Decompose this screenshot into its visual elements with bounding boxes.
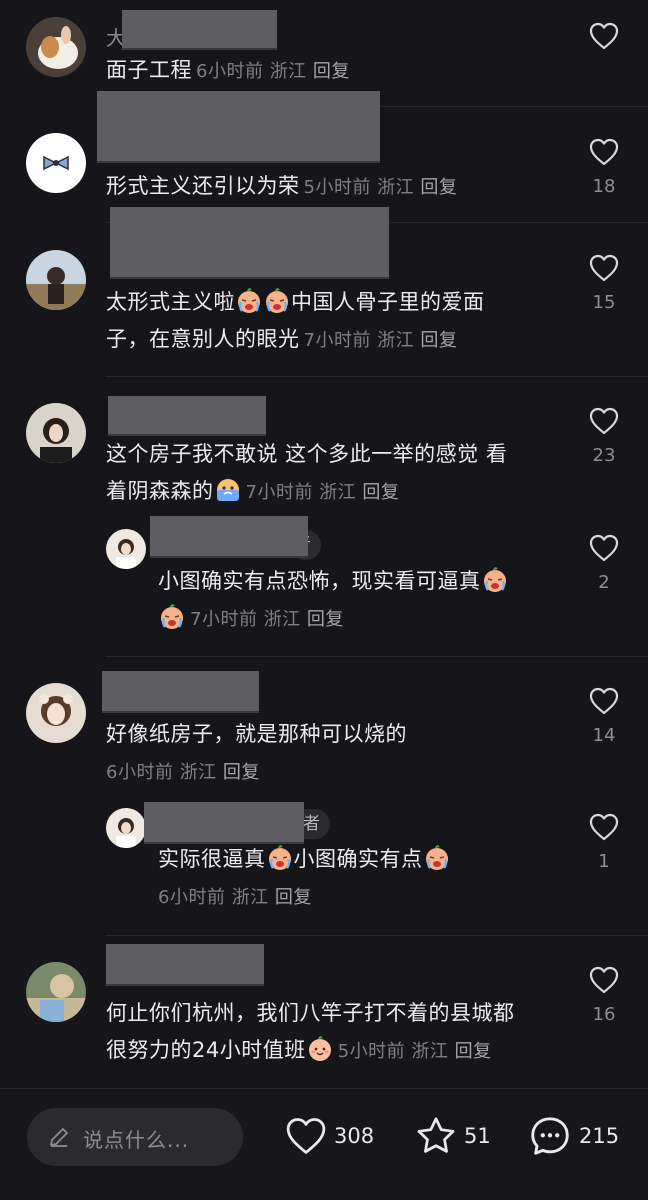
smiling-emoji-icon xyxy=(307,1036,333,1062)
reply-text: 小图确实有点恐怖，现实看可逼真 7小时前 浙江 回复 xyxy=(158,563,558,638)
redacted-username xyxy=(144,802,304,844)
divider xyxy=(106,376,648,377)
crying-emoji-icon xyxy=(482,567,508,593)
like-button[interactable]: 1 xyxy=(586,811,622,872)
heart-icon xyxy=(588,532,620,564)
reply-button[interactable]: 回复 xyxy=(307,609,344,630)
comment-text: 面子工程 6小时前 浙江 回复 xyxy=(106,58,350,82)
comment-input[interactable]: 说点什么... xyxy=(27,1108,243,1166)
favorite-count: 51 xyxy=(464,1124,491,1148)
crying-emoji-icon xyxy=(159,604,185,630)
like-count: 1 xyxy=(598,851,610,872)
like-button[interactable] xyxy=(586,20,622,60)
heart-icon xyxy=(588,20,620,52)
like-count: 308 xyxy=(334,1124,375,1148)
comment-bubble-icon xyxy=(531,1117,569,1155)
like-count: 14 xyxy=(592,725,616,746)
reply-text: 实际很逼真 小图确实有点 6小时前 浙江 回复 xyxy=(158,841,558,916)
avatar[interactable] xyxy=(26,683,86,743)
reply-button[interactable]: 回复 xyxy=(420,330,457,351)
avatar[interactable] xyxy=(26,962,86,1022)
divider xyxy=(106,656,648,657)
like-button[interactable]: 16 xyxy=(586,964,622,1025)
crying-emoji-icon xyxy=(236,288,262,314)
avatar[interactable] xyxy=(26,133,86,193)
avatar[interactable] xyxy=(26,250,86,310)
redacted-username xyxy=(110,207,389,279)
reply-button[interactable]: 回复 xyxy=(420,177,457,198)
like-post-button[interactable]: 308 xyxy=(284,1111,374,1161)
redacted-username xyxy=(102,671,259,713)
like-count: 16 xyxy=(592,1004,616,1025)
reply-button[interactable]: 回复 xyxy=(313,61,350,82)
like-button[interactable]: 14 xyxy=(586,685,622,746)
divider xyxy=(106,935,648,936)
scared-emoji-icon xyxy=(215,477,241,503)
comment-text: 何止你们杭州，我们八竿子打不着的县城都 很努力的24小时值班 5小时前 浙江 回复 xyxy=(106,1001,515,1062)
heart-icon xyxy=(588,964,620,996)
heart-icon xyxy=(588,685,620,717)
redacted-username xyxy=(106,944,264,986)
heart-icon xyxy=(286,1118,326,1154)
comment-placeholder: 说点什么... xyxy=(83,1128,190,1152)
redacted-username xyxy=(150,516,308,558)
like-count: 15 xyxy=(592,292,616,313)
comments-button[interactable]: 215 xyxy=(527,1111,619,1161)
reply-button[interactable]: 回复 xyxy=(455,1041,492,1062)
like-button[interactable]: 18 xyxy=(586,136,622,197)
crying-emoji-icon xyxy=(264,288,290,314)
redacted-username xyxy=(122,10,277,50)
comment-text: 形式主义还引以为荣 5小时前 浙江 回复 xyxy=(106,174,458,198)
redacted-username xyxy=(108,396,266,436)
like-count: 18 xyxy=(592,176,616,197)
like-count: 23 xyxy=(592,445,616,466)
pencil-icon xyxy=(50,1128,68,1147)
avatar[interactable] xyxy=(26,17,86,77)
heart-icon xyxy=(588,811,620,843)
avatar[interactable] xyxy=(26,403,86,463)
comment-text: 太形式主义啦 中国人骨子里的爱面 子，在意别人的眼光 7小时前 浙江 回复 xyxy=(106,288,485,351)
heart-icon xyxy=(588,252,620,284)
reply-avatar[interactable] xyxy=(106,529,146,569)
reply-button[interactable]: 回复 xyxy=(223,762,260,783)
heart-icon xyxy=(588,136,620,168)
like-count: 2 xyxy=(598,572,610,593)
reply-button[interactable]: 回复 xyxy=(275,887,312,908)
reply-avatar[interactable] xyxy=(106,808,146,848)
crying-emoji-icon xyxy=(267,845,293,871)
crying-emoji-icon xyxy=(424,845,450,871)
like-button[interactable]: 23 xyxy=(586,405,622,466)
star-icon xyxy=(417,1117,455,1153)
bottom-action-bar: 说点什么... 308 51 215 xyxy=(0,1088,648,1200)
like-button[interactable]: 15 xyxy=(586,252,622,313)
reply-button[interactable]: 回复 xyxy=(362,482,399,503)
comment-count: 215 xyxy=(579,1124,620,1148)
comment-text: 好像纸房子，就是那种可以烧的 6小时前 浙江 回复 xyxy=(106,722,407,783)
favorite-button[interactable]: 51 xyxy=(414,1111,491,1161)
redacted-username xyxy=(97,91,380,163)
like-button[interactable]: 2 xyxy=(586,532,622,593)
comment-text: 这个房子我不敢说 这个多此一举的感觉 看着阴森森的 7小时前 浙江 回复 xyxy=(106,442,508,503)
heart-icon xyxy=(588,405,620,437)
